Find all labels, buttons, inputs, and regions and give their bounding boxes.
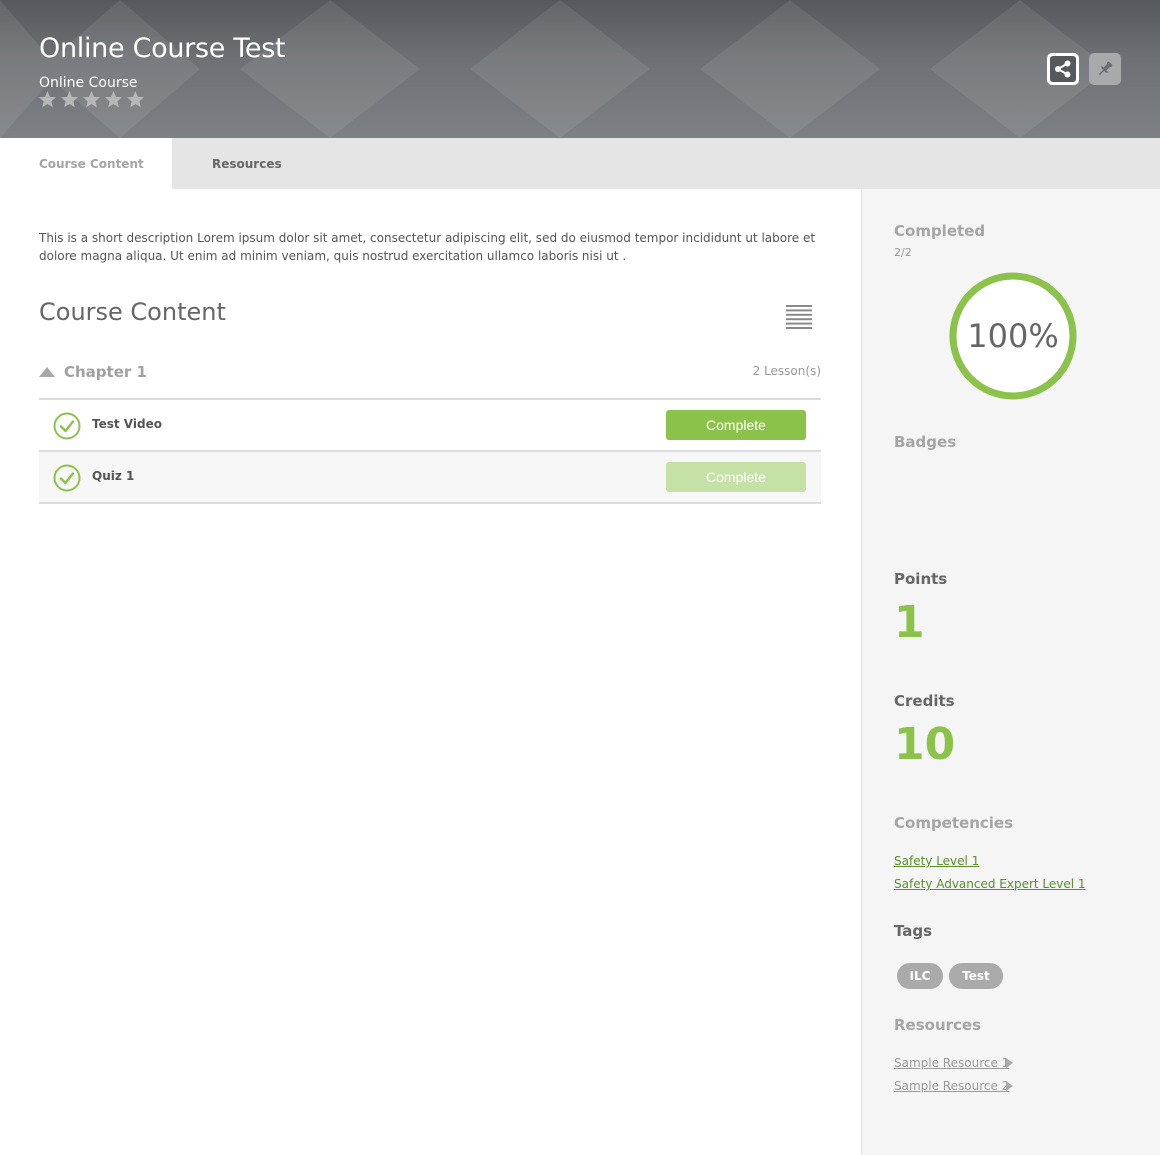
competency-link[interactable]: Safety Advanced Expert Level 1 — [894, 877, 1086, 891]
header-pattern — [0, 0, 1110, 138]
tag-pill[interactable]: Test — [949, 963, 1003, 989]
competency-link[interactable]: Safety Level 1 — [894, 854, 979, 868]
star-icon[interactable] — [104, 90, 123, 109]
share-icon — [1055, 60, 1071, 78]
completed-count: 2/2 — [894, 246, 912, 259]
tag-pill[interactable]: ILC — [897, 963, 943, 989]
course-sidebar: Completed 2/2 100% Badges Points 1 Credi… — [861, 189, 1160, 1155]
pin-icon — [1098, 61, 1113, 76]
lesson-name[interactable]: Quiz 1 — [92, 469, 134, 483]
badges-label: Badges — [894, 433, 957, 451]
complete-button[interactable]: Complete — [666, 462, 806, 492]
star-icon[interactable] — [38, 90, 57, 109]
check-circle-icon — [53, 464, 81, 492]
lesson-list: Test Video Complete Quiz 1 Complete — [39, 398, 821, 504]
list-view-icon[interactable] — [786, 305, 812, 329]
resources-label: Resources — [894, 1016, 982, 1034]
star-icon[interactable] — [82, 90, 101, 109]
progress-percent: 100% — [967, 317, 1059, 355]
resource-link[interactable]: Sample Resource 2 — [894, 1079, 1009, 1093]
tab-course-content[interactable]: Course Content — [0, 138, 172, 189]
course-type: Online Course — [39, 75, 138, 91]
lesson-row[interactable]: Test Video Complete — [39, 400, 821, 452]
pin-button[interactable] — [1089, 53, 1121, 85]
credits-label: Credits — [894, 692, 955, 710]
course-title: Online Course Test — [39, 33, 286, 64]
completed-label: Completed — [894, 222, 986, 240]
check-circle-icon — [53, 412, 81, 440]
course-header: Online Course Test Online Course — [0, 0, 1160, 138]
competencies-label: Competencies — [894, 814, 1014, 832]
tab-resources[interactable]: Resources — [172, 138, 312, 189]
chevron-right-icon[interactable] — [1006, 1058, 1014, 1068]
chevron-right-icon[interactable] — [1006, 1081, 1014, 1091]
resource-link[interactable]: Sample Resource 1 — [894, 1056, 1009, 1070]
points-value: 1 — [894, 597, 925, 648]
lesson-count: 2 Lesson(s) — [752, 364, 821, 378]
lesson-row[interactable]: Quiz 1 Complete — [39, 452, 821, 504]
complete-button[interactable]: Complete — [666, 410, 806, 440]
lesson-name[interactable]: Test Video — [92, 417, 162, 431]
star-icon[interactable] — [60, 90, 79, 109]
share-button[interactable] — [1047, 53, 1079, 85]
tab-bar: Course Content Resources — [0, 138, 1160, 189]
chapter-title: Chapter 1 — [64, 363, 147, 381]
section-title: Course Content — [39, 298, 226, 326]
tags-label: Tags — [894, 922, 933, 940]
star-icon[interactable] — [126, 90, 145, 109]
chapter-header[interactable]: Chapter 1 2 Lesson(s) — [39, 360, 821, 386]
points-label: Points — [894, 570, 948, 588]
credits-value: 10 — [894, 719, 956, 770]
rating-stars[interactable] — [38, 90, 145, 109]
course-description: This is a short description Lorem ipsum … — [39, 231, 816, 263]
chevron-up-icon[interactable] — [39, 367, 55, 377]
